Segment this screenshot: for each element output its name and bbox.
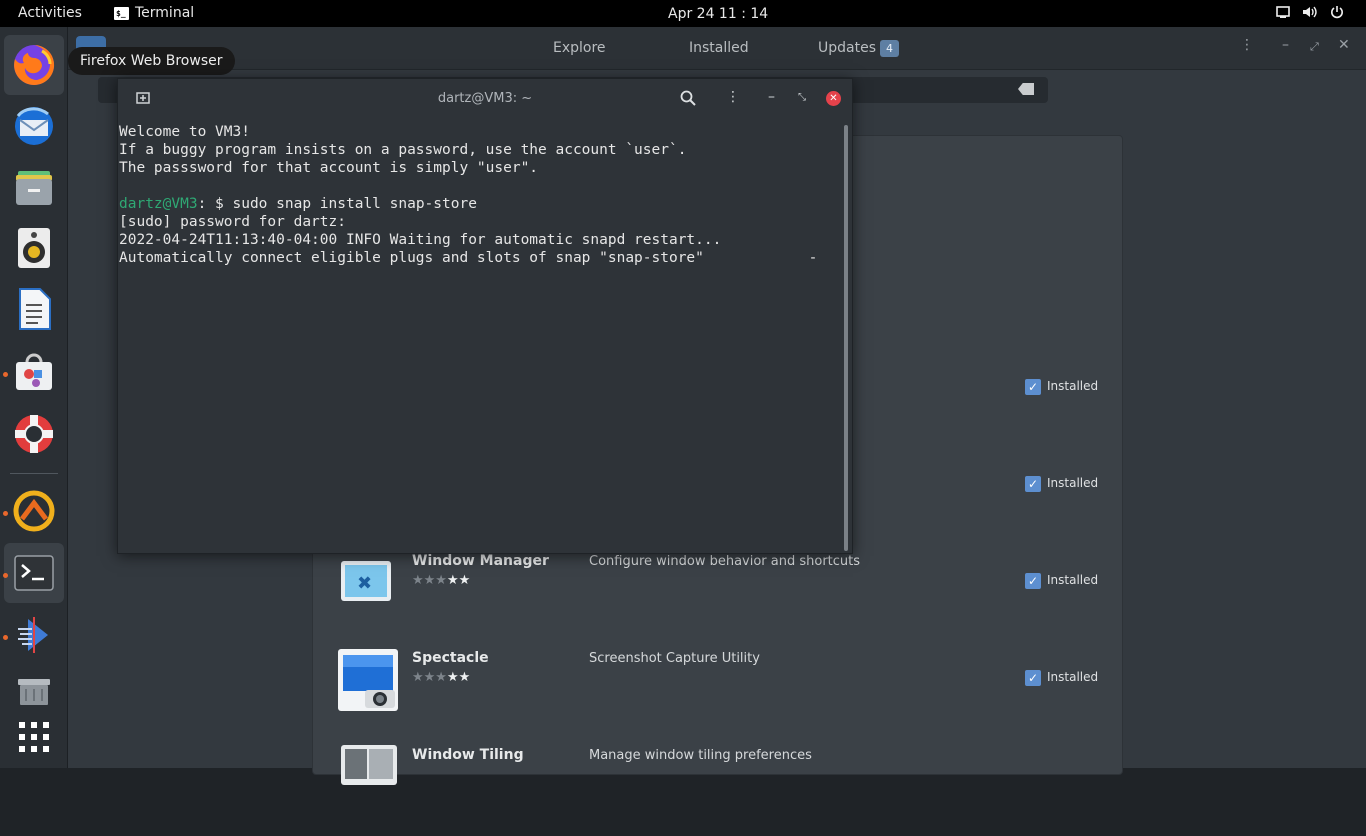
- dock-thunderbird[interactable]: [4, 96, 64, 156]
- spectacle-icon: [337, 648, 398, 711]
- running-indicator: [3, 573, 8, 578]
- store-header: Explore Installed Updates 4 ⋮ – ⤢ ✕: [68, 27, 1366, 70]
- firefox-icon: [14, 44, 55, 85]
- clock[interactable]: Apr 24 11 : 14: [668, 6, 768, 22]
- terminal-window[interactable]: dartz@VM3: ~ ⋮ – ⤡ ✕ Welcome to VM3! If a…: [117, 78, 853, 554]
- terminal-titlebar[interactable]: dartz@VM3: ~ ⋮ – ⤡ ✕: [118, 79, 852, 118]
- top-bar: Activities $_ Terminal Apr 24 11 : 14: [0, 0, 1366, 27]
- screen-icon[interactable]: [1276, 5, 1290, 23]
- installed-check-icon: ✓: [1025, 476, 1041, 492]
- prompt-user-host: dartz@VM3: [119, 196, 198, 212]
- output-line: Welcome to VM3!: [119, 124, 250, 140]
- updates-count-badge: 4: [880, 40, 899, 57]
- tab-installed[interactable]: Installed: [689, 40, 749, 56]
- thunderbird-icon: [15, 107, 53, 145]
- app-name: Window Tiling: [412, 747, 524, 763]
- trash-icon: [18, 679, 50, 705]
- dock-snap-updater[interactable]: [4, 481, 64, 541]
- app-name: Spectacle: [412, 650, 489, 666]
- list-item[interactable]: ✖ Window Manager ★★★★★ Configure window …: [313, 545, 1124, 642]
- menu-icon[interactable]: ⋮: [726, 89, 740, 105]
- dock-firefox[interactable]: [4, 35, 64, 95]
- list-item[interactable]: Spectacle ★★★★★ Screenshot Capture Utili…: [313, 642, 1124, 739]
- output-line: If a buggy program insists on a password…: [119, 142, 687, 158]
- running-indicator: [3, 372, 8, 377]
- sync-icon: [13, 490, 55, 532]
- list-item[interactable]: Window Tiling Manage window tiling prefe…: [313, 739, 1124, 836]
- remote-desktop-icon: [18, 617, 48, 653]
- running-indicator: [3, 511, 8, 516]
- window-manager-icon: ✖: [337, 551, 397, 611]
- show-applications-icon: [19, 722, 49, 752]
- clear-search-icon[interactable]: [1018, 83, 1034, 95]
- app-menu-label: Terminal: [135, 5, 195, 21]
- dock-help[interactable]: [4, 404, 64, 464]
- output-line: Automatically connect eligible plugs and…: [119, 250, 818, 266]
- dock-files[interactable]: [4, 157, 64, 217]
- app-description: Screenshot Capture Utility: [589, 651, 760, 666]
- output-line: [sudo] password for dartz:: [119, 214, 346, 230]
- tab-updates-label: Updates: [818, 40, 876, 56]
- svg-text:✖: ✖: [357, 573, 372, 594]
- rating-stars: ★★★★★: [412, 573, 471, 588]
- terminal-scrollbar[interactable]: [844, 125, 848, 551]
- app-menu[interactable]: $_ Terminal: [114, 5, 194, 21]
- app-description: Manage window tiling preferences: [589, 748, 812, 763]
- search-icon[interactable]: [680, 90, 696, 110]
- files-icon: [16, 171, 52, 205]
- dock-show-apps[interactable]: [4, 707, 64, 767]
- software-bag-icon: [16, 353, 52, 390]
- document-icon: [19, 288, 51, 330]
- installed-check-icon: ✓: [1025, 379, 1041, 395]
- terminal-icon: [14, 555, 54, 591]
- dock-remote-desktop[interactable]: [4, 605, 64, 665]
- installed-check-icon: ✓: [1025, 670, 1041, 686]
- output-line: The passsword for that account is simply…: [119, 160, 539, 176]
- window-tiling-icon: [337, 745, 397, 805]
- speaker-icon: [18, 228, 50, 268]
- installed-label: Installed: [1047, 573, 1099, 587]
- maximize-icon[interactable]: ⤢: [1310, 40, 1319, 54]
- system-tray[interactable]: [1276, 5, 1344, 23]
- dock-writer[interactable]: [4, 279, 64, 339]
- prompt-line: dartz@VM3: $ sudo snap install snap-stor…: [119, 195, 842, 213]
- terminal-output[interactable]: Welcome to VM3! If a buggy program insist…: [118, 120, 842, 554]
- installed-check-icon: ✓: [1025, 573, 1041, 589]
- output-line: 2022-04-24T11:13:40-04:00 INFO Waiting f…: [119, 232, 722, 248]
- activities-button[interactable]: Activities: [18, 5, 82, 21]
- dock-software[interactable]: [4, 342, 64, 402]
- dock-terminal[interactable]: [4, 543, 64, 603]
- installed-label: Installed: [1047, 476, 1099, 490]
- menu-icon[interactable]: ⋮: [1240, 37, 1254, 53]
- minimize-icon[interactable]: –: [1282, 37, 1289, 53]
- running-indicator: [3, 635, 8, 640]
- installed-label: Installed: [1047, 670, 1099, 684]
- lifebuoy-icon: [15, 415, 53, 453]
- terminal-title: dartz@VM3: ~: [437, 91, 533, 106]
- app-description: Configure window behavior and shortcuts: [589, 554, 861, 569]
- rating-stars: ★★★★★: [412, 670, 471, 685]
- installed-label: Installed: [1047, 379, 1099, 393]
- dock: [0, 27, 68, 768]
- dock-tooltip: Firefox Web Browser: [68, 47, 235, 75]
- volume-icon[interactable]: [1302, 5, 1318, 23]
- terminal-icon: $_: [114, 6, 129, 20]
- app-name: Window Manager: [412, 553, 549, 569]
- minimize-icon[interactable]: –: [768, 89, 775, 105]
- dock-separator: [10, 473, 58, 474]
- power-icon[interactable]: [1330, 5, 1344, 23]
- dock-rhythmbox[interactable]: [4, 218, 64, 278]
- close-icon[interactable]: ✕: [1338, 37, 1350, 53]
- close-icon[interactable]: ✕: [826, 91, 841, 106]
- tab-updates[interactable]: Updates 4: [818, 40, 899, 57]
- tab-explore[interactable]: Explore: [553, 40, 606, 56]
- restore-icon[interactable]: ⤡: [798, 92, 806, 103]
- prompt-command: : $ sudo snap install snap-store: [197, 196, 477, 212]
